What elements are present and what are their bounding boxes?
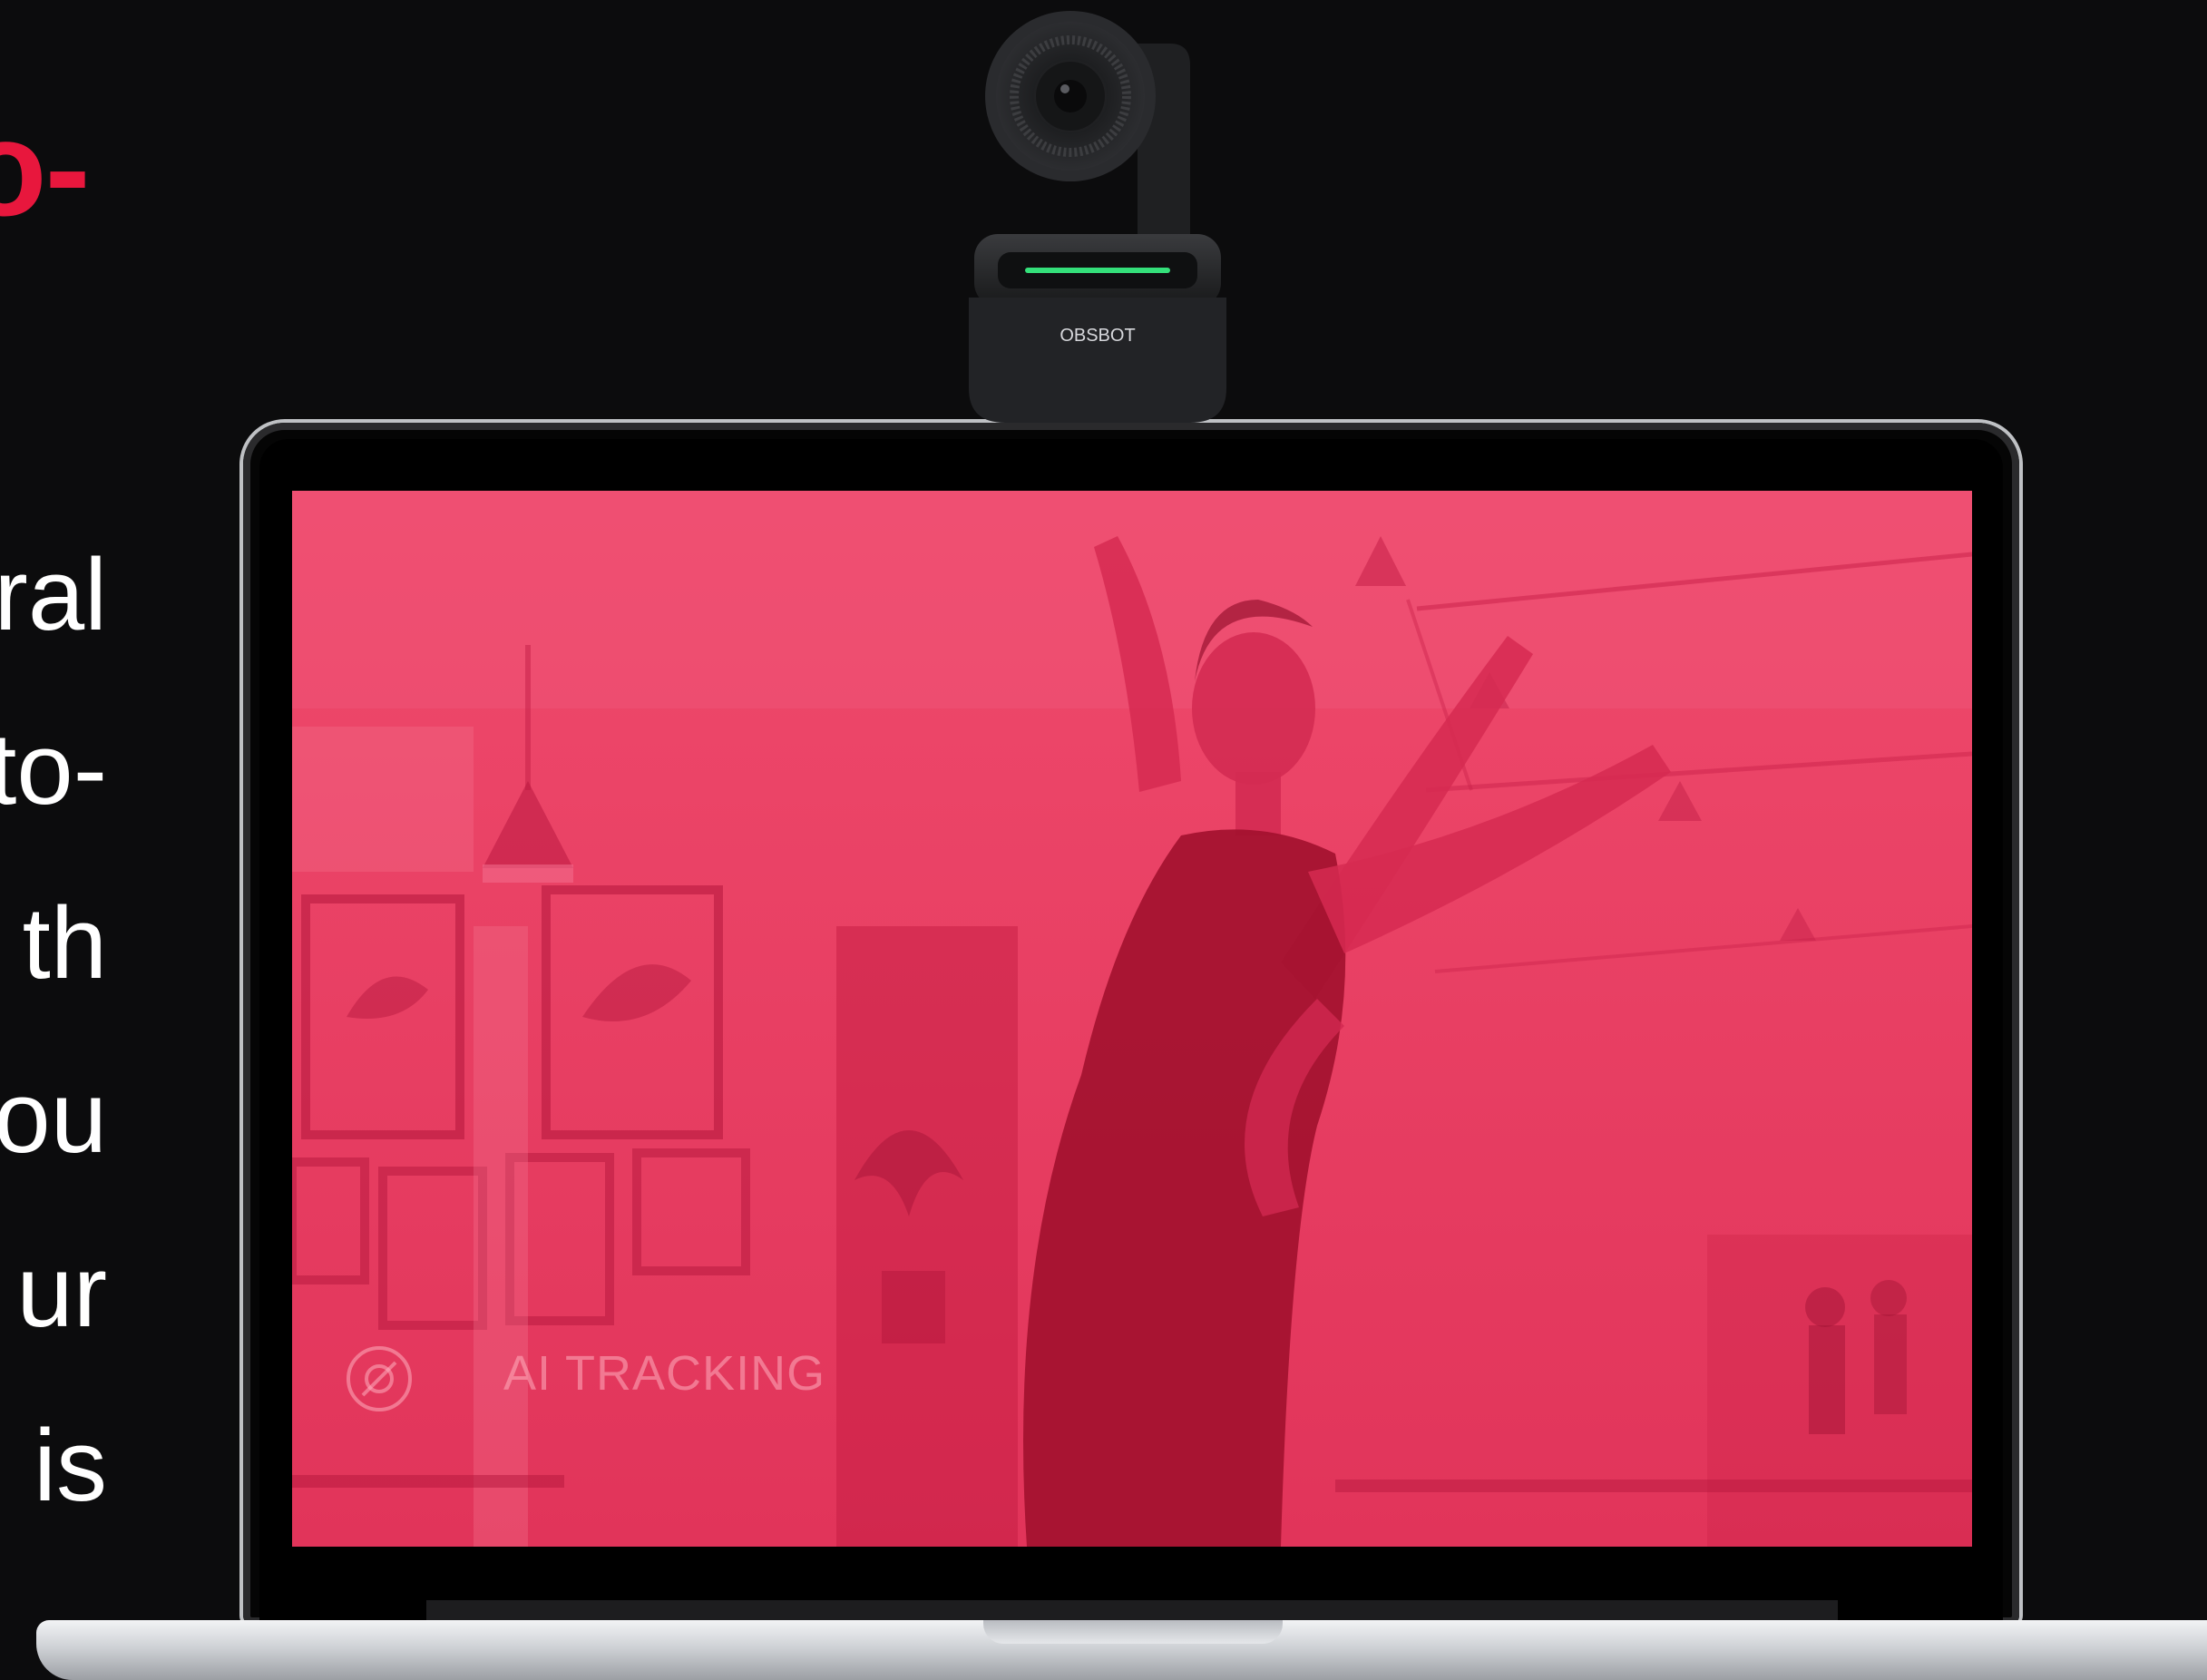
body-line: th — [22, 886, 107, 1000]
body-line: ral — [0, 538, 107, 651]
webcam-icon: OBSBOT — [969, 11, 1226, 423]
status-light — [1025, 268, 1170, 273]
body-line: ur — [16, 1235, 107, 1348]
body-text-fragments: ral to- th ou ur is — [0, 508, 107, 1553]
laptop-hinge — [426, 1600, 1838, 1622]
headline-fragment: o- — [0, 92, 91, 244]
body-line: is — [34, 1409, 107, 1522]
laptop-notch — [983, 1620, 1283, 1644]
body-line: ou — [0, 1060, 107, 1174]
body-line: to- — [0, 712, 107, 825]
laptop-screen: AI TRACKING — [292, 491, 1972, 1547]
ai-tracking-label: AI TRACKING — [503, 1346, 826, 1401]
webcam-brand-label: OBSBOT — [1060, 326, 1135, 346]
hero-section: o- ral to- th ou ur is AI TRACKING OBSBO… — [0, 0, 2207, 1680]
ai-tracking-icon — [347, 1346, 412, 1411]
